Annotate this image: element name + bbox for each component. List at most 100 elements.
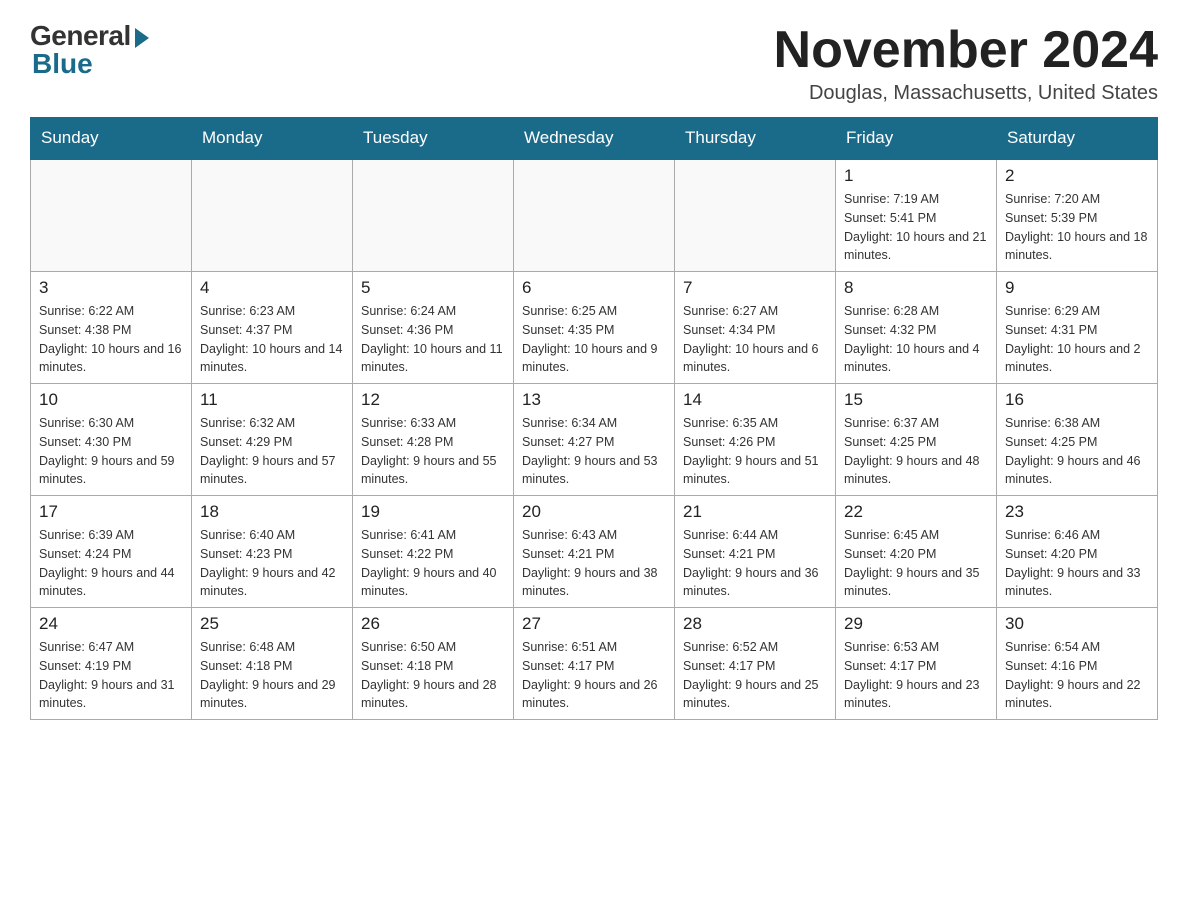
day-number: 24 <box>39 614 183 634</box>
table-row: 26Sunrise: 6:50 AMSunset: 4:18 PMDayligh… <box>353 608 514 720</box>
table-row <box>514 159 675 272</box>
day-number: 21 <box>683 502 827 522</box>
col-tuesday: Tuesday <box>353 118 514 160</box>
table-row <box>31 159 192 272</box>
table-row: 23 Sunrise: 6:46 AMSunset: 4:20 PMDayligh… <box>997 496 1158 608</box>
table-row: 2Sunrise: 7:20 AMSunset: 5:39 PMDaylight… <box>997 159 1158 272</box>
day-info: Sunrise: 6:41 AMSunset: 4:22 PMDaylight:… <box>361 526 505 601</box>
day-number: 1 <box>844 166 988 186</box>
table-row: 16 Sunrise: 6:38 AMSunset: 4:25 PMDayligh… <box>997 384 1158 496</box>
day-number: 29 <box>844 614 988 634</box>
table-row: 27 Sunrise: 6:51 AMSunset: 4:17 PMDayligh… <box>514 608 675 720</box>
calendar-week-row: 3 Sunrise: 6:22 AMSunset: 4:38 PMDaylight… <box>31 272 1158 384</box>
table-row: 8 Sunrise: 6:28 AMSunset: 4:32 PMDaylight… <box>836 272 997 384</box>
table-row: 12 Sunrise: 6:33 AMSunset: 4:28 PMDayligh… <box>353 384 514 496</box>
day-info: Sunrise: 6:33 AMSunset: 4:28 PMDaylight:… <box>361 414 505 489</box>
calendar-week-row: 24 Sunrise: 6:47 AMSunset: 4:19 PMDayligh… <box>31 608 1158 720</box>
day-info: Sunrise: 6:27 AMSunset: 4:34 PMDaylight:… <box>683 302 827 377</box>
table-row: 17 Sunrise: 6:39 AMSunset: 4:24 PMDayligh… <box>31 496 192 608</box>
day-info: Sunrise: 6:51 AMSunset: 4:17 PMDaylight:… <box>522 638 666 713</box>
day-number: 27 <box>522 614 666 634</box>
day-number: 6 <box>522 278 666 298</box>
day-number: 12 <box>361 390 505 410</box>
table-row: 22 Sunrise: 6:45 AMSunset: 4:20 PMDayligh… <box>836 496 997 608</box>
logo-blue-text: Blue <box>32 48 93 80</box>
logo: General Blue <box>30 20 149 80</box>
day-info: Sunrise: 6:54 AMSunset: 4:16 PMDaylight:… <box>1005 638 1149 713</box>
table-row: 28Sunrise: 6:52 AMSunset: 4:17 PMDayligh… <box>675 608 836 720</box>
logo-arrow-icon <box>135 28 149 48</box>
day-info: Sunrise: 6:45 AMSunset: 4:20 PMDaylight:… <box>844 526 988 601</box>
day-number: 7 <box>683 278 827 298</box>
day-number: 13 <box>522 390 666 410</box>
table-row: 25Sunrise: 6:48 AMSunset: 4:18 PMDayligh… <box>192 608 353 720</box>
day-number: 15 <box>844 390 988 410</box>
table-row: 14 Sunrise: 6:35 AMSunset: 4:26 PMDayligh… <box>675 384 836 496</box>
day-info: Sunrise: 6:30 AMSunset: 4:30 PMDaylight:… <box>39 414 183 489</box>
table-row: 4 Sunrise: 6:23 AMSunset: 4:37 PMDaylight… <box>192 272 353 384</box>
page-header: General Blue November 2024 Douglas, Mass… <box>30 20 1158 105</box>
month-title: November 2024 <box>774 20 1158 80</box>
day-number: 8 <box>844 278 988 298</box>
day-number: 22 <box>844 502 988 522</box>
col-friday: Friday <box>836 118 997 160</box>
col-saturday: Saturday <box>997 118 1158 160</box>
day-info: Sunrise: 6:22 AMSunset: 4:38 PMDaylight:… <box>39 302 183 377</box>
table-row: 18 Sunrise: 6:40 AMSunset: 4:23 PMDayligh… <box>192 496 353 608</box>
table-row: 20 Sunrise: 6:43 AMSunset: 4:21 PMDayligh… <box>514 496 675 608</box>
day-info: Sunrise: 6:46 AMSunset: 4:20 PMDaylight:… <box>1005 526 1149 601</box>
table-row: 6 Sunrise: 6:25 AMSunset: 4:35 PMDaylight… <box>514 272 675 384</box>
day-info: Sunrise: 6:29 AMSunset: 4:31 PMDaylight:… <box>1005 302 1149 377</box>
day-number: 26 <box>361 614 505 634</box>
table-row <box>675 159 836 272</box>
day-info: Sunrise: 6:23 AMSunset: 4:37 PMDaylight:… <box>200 302 344 377</box>
day-number: 20 <box>522 502 666 522</box>
table-row: 11 Sunrise: 6:32 AMSunset: 4:29 PMDayligh… <box>192 384 353 496</box>
location-subtitle: Douglas, Massachusetts, United States <box>774 82 1158 105</box>
day-number: 5 <box>361 278 505 298</box>
day-info: Sunrise: 6:37 AMSunset: 4:25 PMDaylight:… <box>844 414 988 489</box>
col-wednesday: Wednesday <box>514 118 675 160</box>
day-info: Sunrise: 7:19 AMSunset: 5:41 PMDaylight:… <box>844 190 988 265</box>
day-number: 18 <box>200 502 344 522</box>
calendar-table: Sunday Monday Tuesday Wednesday Thursday… <box>30 117 1158 720</box>
day-info: Sunrise: 6:38 AMSunset: 4:25 PMDaylight:… <box>1005 414 1149 489</box>
table-row <box>192 159 353 272</box>
day-info: Sunrise: 6:32 AMSunset: 4:29 PMDaylight:… <box>200 414 344 489</box>
day-info: Sunrise: 6:39 AMSunset: 4:24 PMDaylight:… <box>39 526 183 601</box>
col-thursday: Thursday <box>675 118 836 160</box>
day-number: 11 <box>200 390 344 410</box>
day-info: Sunrise: 6:44 AMSunset: 4:21 PMDaylight:… <box>683 526 827 601</box>
table-row: 29 Sunrise: 6:53 AMSunset: 4:17 PMDayligh… <box>836 608 997 720</box>
day-info: Sunrise: 6:43 AMSunset: 4:21 PMDaylight:… <box>522 526 666 601</box>
day-number: 25 <box>200 614 344 634</box>
day-info: Sunrise: 6:24 AMSunset: 4:36 PMDaylight:… <box>361 302 505 377</box>
day-number: 23 <box>1005 502 1149 522</box>
day-info: Sunrise: 6:28 AMSunset: 4:32 PMDaylight:… <box>844 302 988 377</box>
table-row: 9 Sunrise: 6:29 AMSunset: 4:31 PMDaylight… <box>997 272 1158 384</box>
day-number: 14 <box>683 390 827 410</box>
day-info: Sunrise: 6:40 AMSunset: 4:23 PMDaylight:… <box>200 526 344 601</box>
day-info: Sunrise: 6:25 AMSunset: 4:35 PMDaylight:… <box>522 302 666 377</box>
day-info: Sunrise: 6:53 AMSunset: 4:17 PMDaylight:… <box>844 638 988 713</box>
day-info: Sunrise: 6:35 AMSunset: 4:26 PMDaylight:… <box>683 414 827 489</box>
calendar-header-row: Sunday Monday Tuesday Wednesday Thursday… <box>31 118 1158 160</box>
day-number: 28 <box>683 614 827 634</box>
day-number: 17 <box>39 502 183 522</box>
day-number: 9 <box>1005 278 1149 298</box>
day-number: 16 <box>1005 390 1149 410</box>
col-monday: Monday <box>192 118 353 160</box>
calendar-week-row: 17 Sunrise: 6:39 AMSunset: 4:24 PMDayligh… <box>31 496 1158 608</box>
day-number: 4 <box>200 278 344 298</box>
table-row: 24 Sunrise: 6:47 AMSunset: 4:19 PMDayligh… <box>31 608 192 720</box>
day-info: Sunrise: 6:34 AMSunset: 4:27 PMDaylight:… <box>522 414 666 489</box>
table-row: 3 Sunrise: 6:22 AMSunset: 4:38 PMDaylight… <box>31 272 192 384</box>
table-row <box>353 159 514 272</box>
day-number: 3 <box>39 278 183 298</box>
day-info: Sunrise: 6:47 AMSunset: 4:19 PMDaylight:… <box>39 638 183 713</box>
title-block: November 2024 Douglas, Massachusetts, Un… <box>774 20 1158 105</box>
table-row: 21 Sunrise: 6:44 AMSunset: 4:21 PMDayligh… <box>675 496 836 608</box>
table-row: 10Sunrise: 6:30 AMSunset: 4:30 PMDayligh… <box>31 384 192 496</box>
day-number: 19 <box>361 502 505 522</box>
calendar-week-row: 10Sunrise: 6:30 AMSunset: 4:30 PMDayligh… <box>31 384 1158 496</box>
